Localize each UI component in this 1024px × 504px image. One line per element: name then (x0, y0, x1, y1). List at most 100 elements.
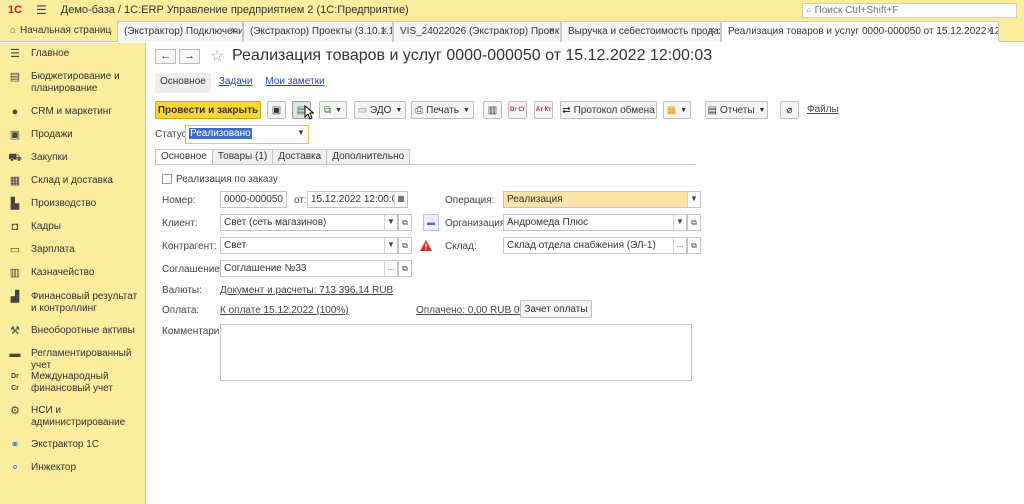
tab-sales-doc[interactable]: Реализация товаров и услуг 0000-000050 о… (721, 21, 999, 42)
comment-textarea[interactable] (220, 324, 692, 381)
number-field[interactable]: 0000-000050 (220, 191, 287, 208)
reports-button[interactable]: ▤ Отчеты ▼ (705, 101, 768, 119)
edo-button[interactable]: ▭ ЭДО ▼ (354, 101, 406, 119)
sidebar-item-label: Склад и доставка (31, 175, 113, 186)
save-button[interactable]: ▣ (267, 101, 286, 119)
chevron-down-icon[interactable]: ▼ (294, 126, 308, 142)
tab-project[interactable]: VIS_24022026 (Экстрактор) Проект) × (393, 21, 561, 42)
global-search[interactable]: ⌕ (802, 3, 1017, 18)
post-and-close-button[interactable]: Провести и закрыть (155, 101, 261, 119)
chevron-down-icon[interactable]: ▼ (687, 192, 700, 207)
forward-button[interactable]: → (179, 49, 200, 64)
tab-form-main[interactable]: Основное (155, 149, 213, 165)
files-link[interactable]: Файлы (807, 104, 839, 115)
sidebar-item-label: Международный финансовый учет (31, 371, 113, 394)
tab-additional[interactable]: Дополнительно (326, 149, 411, 165)
warehouse-field[interactable]: Склад отдела снабжения (ЭЛ-1) … (503, 237, 687, 254)
payment-label: Оплата: (162, 305, 200, 316)
attach-button[interactable]: ⌀ (780, 101, 799, 119)
crm-icon: ● (11, 106, 19, 118)
sidebar-item-purchases[interactable]: ⛟ Закупки (8, 152, 140, 164)
client-card-button[interactable]: ▬ (423, 214, 439, 231)
sidebar-item-intl-finance[interactable]: Dr Cr Международный финансовый учет (8, 371, 140, 395)
warehouse-value: Склад отдела снабжения (ЭЛ-1) (507, 240, 656, 251)
sidebar-item-production[interactable]: ▙ Производство (8, 198, 140, 210)
by-order-checkbox[interactable] (162, 174, 172, 184)
create-based-on-button[interactable]: ⧉ ▼ (319, 101, 347, 119)
open-organization-button[interactable]: ⧉ (687, 214, 701, 231)
tab-home[interactable]: ⌂ Начальная страница (4, 21, 112, 42)
sidebar-item-main[interactable]: ☰ Главное (8, 48, 140, 60)
protocol-label: Протокол обмена (573, 104, 655, 116)
paid-amount-link[interactable]: Оплачено: 0,00 RUB 0% (416, 305, 528, 316)
sidebar-item-salary[interactable]: ▭ Зарплата (8, 244, 140, 256)
search-input[interactable] (814, 5, 1005, 16)
select-ellipsis-icon[interactable]: … (673, 238, 686, 253)
tab-tasks[interactable]: Задачи (214, 73, 258, 93)
sidebar-item-assets[interactable]: ⚒ Внеоборотные активы (8, 325, 140, 337)
open-counterparty-button[interactable]: ⧉ (398, 237, 412, 254)
tab-goods[interactable]: Товары (1) (211, 149, 274, 165)
sidebar-item-injector[interactable]: ⚬ Инжектор (8, 462, 140, 474)
payment-offset-button[interactable]: Зачет оплаты (520, 300, 592, 318)
at-kt-button[interactable]: Ат Кт (534, 101, 553, 119)
tab-connections[interactable]: (Экстрактор) Подключения × (117, 21, 243, 42)
sidebar-item-staff[interactable]: ◘ Кадры (8, 221, 140, 233)
close-icon[interactable]: × (709, 22, 715, 41)
tab-divider (155, 164, 695, 165)
favorite-star-icon[interactable]: ☆ (210, 46, 224, 66)
counterparty-field[interactable]: Свет ▼ (220, 237, 398, 254)
print-button[interactable]: ⎙ Печать ▼ (411, 101, 474, 119)
open-agreement-button[interactable]: ⧉ (398, 260, 412, 277)
budget-icon: ▤ (9, 71, 21, 83)
more-actions-button[interactable]: ▦ ▼ (663, 101, 691, 119)
close-icon[interactable]: × (381, 22, 387, 41)
tab-label: VIS_24022026 (Экстрактор) Проект) (400, 26, 561, 37)
tab-main[interactable]: Основное (155, 73, 211, 93)
close-icon[interactable]: × (231, 22, 237, 41)
delete-button[interactable]: ▥ (483, 101, 502, 119)
operation-select[interactable]: Реализация ▼ (503, 191, 701, 208)
sidebar-item-settings[interactable]: ⚙ НСИ и администрирование (8, 405, 140, 429)
page-title: Реализация товаров и услуг 0000-000050 о… (232, 47, 713, 64)
chevron-down-icon[interactable]: ▼ (384, 238, 397, 253)
chevron-down-icon[interactable]: ▼ (673, 215, 686, 230)
tab-delivery[interactable]: Доставка (272, 149, 328, 165)
back-button[interactable]: ← (155, 49, 176, 64)
tab-label: Реализация товаров и услуг 0000-000050 о… (728, 26, 999, 37)
chevron-down-icon[interactable]: ▼ (384, 215, 397, 230)
sidebar-item-finance[interactable]: ▟ Финансовый результат и контроллинг (8, 291, 140, 315)
sidebar-item-warehouse[interactable]: ▦ Склад и доставка (8, 175, 140, 187)
edo-label: ЭДО (370, 104, 392, 116)
sidebar-item-sales[interactable]: ▣ Продажи (8, 129, 140, 141)
open-link-icon: ⧉ (402, 218, 408, 227)
exchange-icon: ⇄ (562, 104, 571, 116)
select-ellipsis-icon[interactable]: … (384, 261, 397, 276)
sidebar-item-extractor[interactable]: ⚭ Экстрактор 1С (8, 439, 140, 451)
exchange-protocol-button[interactable]: ⇄ Протокол обмена (560, 101, 657, 119)
payment-schedule-link[interactable]: К оплате 15.12.2022 (100%) (220, 305, 349, 316)
sidebar-item-crm[interactable]: ● CRM и маркетинг (8, 106, 140, 118)
agreement-field[interactable]: Соглашение №33 … (220, 260, 398, 277)
sidebar-item-accounting[interactable]: ▬ Регламентированный учет (8, 348, 140, 372)
open-warehouse-button[interactable]: ⧉ (687, 237, 701, 254)
comment-label: Комментарий: (162, 326, 228, 337)
tab-revenue[interactable]: Выручка и себестоимость продаж × (561, 21, 721, 42)
client-field[interactable]: Свет (сеть магазинов) ▼ (220, 214, 398, 231)
organization-field[interactable]: Андромеда Плюс ▼ (503, 214, 687, 231)
tab-notes[interactable]: Мои заметки (260, 73, 329, 93)
dr-cr-button[interactable]: Dr Cr (508, 101, 527, 119)
date-field[interactable]: 15.12.2022 12:00:03 ▦ (307, 191, 408, 208)
currency-settlements-link[interactable]: Документ и расчеты: 713 396,14 RUB (220, 285, 393, 296)
tab-projects[interactable]: (Экстрактор) Проекты (3.10.1.19) × (243, 21, 393, 42)
injector-icon: ⚬ (10, 462, 20, 474)
sidebar-item-treasury[interactable]: ▥ Казначейство (8, 267, 140, 279)
sidebar-item-budget[interactable]: ▤ Бюджетирование и планирование (8, 71, 140, 95)
status-select[interactable]: Реализовано ▼ (185, 125, 309, 144)
close-icon[interactable]: × (987, 22, 993, 41)
main-menu-icon[interactable]: ☰ (36, 3, 47, 17)
calendar-icon[interactable]: ▦ (394, 192, 407, 207)
print-label: Печать (426, 104, 459, 116)
open-client-button[interactable]: ⧉ (398, 214, 412, 231)
close-icon[interactable]: × (549, 22, 555, 41)
